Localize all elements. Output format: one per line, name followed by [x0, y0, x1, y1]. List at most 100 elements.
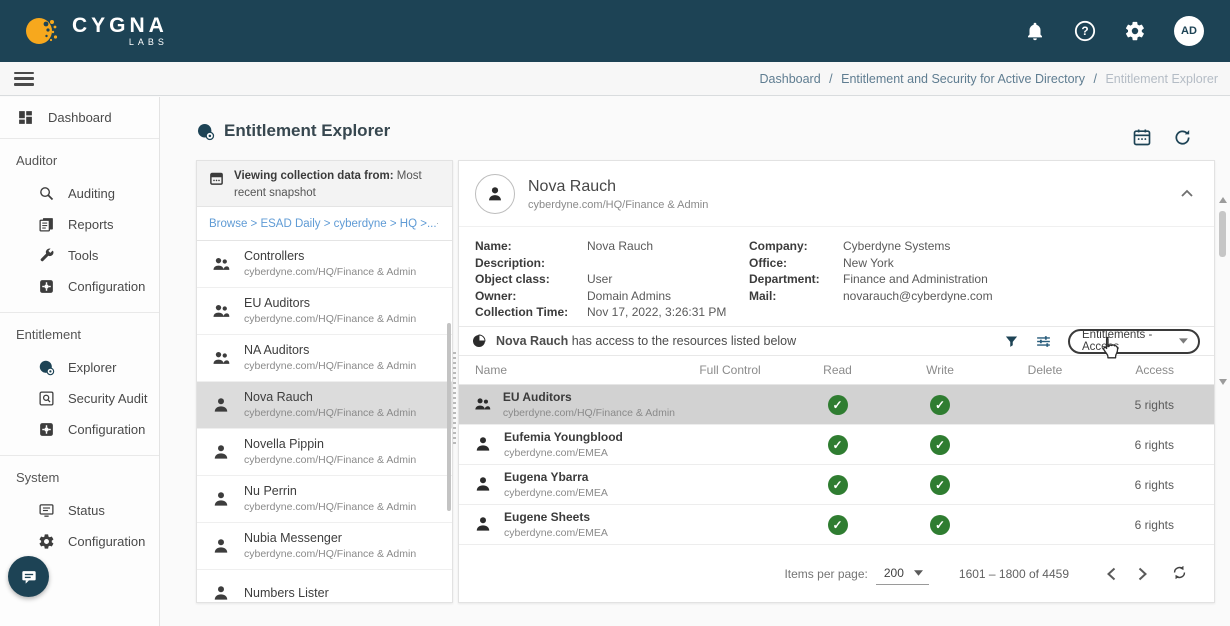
snapshot-label: Viewing collection data from: — [234, 170, 394, 182]
object-browser-panel: Viewing collection data from: Most recen… — [196, 160, 453, 603]
table-row-selected[interactable]: EU Auditorscyberdyne.com/HQ/Finance & Ad… — [459, 385, 1214, 425]
row-path: cyberdyne.com/EMEA — [504, 446, 623, 460]
sidebar-item-label: Reports — [68, 217, 114, 232]
user-avatar[interactable]: AD — [1174, 16, 1204, 46]
list-item[interactable]: EU Auditorscyberdyne.com/HQ/Finance & Ad… — [197, 288, 452, 335]
reload-results-icon[interactable] — [1171, 564, 1188, 584]
write-granted-check-icon — [930, 435, 950, 455]
wrench-icon — [38, 247, 55, 264]
rights-count: 6 rights — [1100, 438, 1200, 452]
table-row[interactable]: Eugena Ybarracyberdyne.com/EMEA 6 rights — [459, 465, 1214, 505]
security-audit-icon — [38, 390, 55, 407]
list-item[interactable]: Novella Pippincyberdyne.com/HQ/Finance &… — [197, 429, 452, 476]
field-label: Mail: — [749, 288, 843, 305]
field-value: Finance and Administration — [843, 271, 988, 288]
sidebar-item-label: Configuration — [68, 422, 145, 437]
chevron-down-icon — [1179, 338, 1188, 344]
calendar-icon — [209, 171, 224, 186]
sidebar-item-label: Configuration — [68, 279, 145, 294]
access-caption-row: Nova Rauch has access to the resources l… — [459, 326, 1214, 356]
table-row[interactable]: Eugene Sheetscyberdyne.com/EMEA 6 rights — [459, 505, 1214, 545]
sidebar-item-label: Status — [68, 503, 105, 518]
object-path: cyberdyne.com/HQ/Finance & Admin — [244, 359, 416, 373]
scrollbar-thumb[interactable] — [1219, 211, 1226, 257]
breadcrumb-dashboard[interactable]: Dashboard — [760, 72, 821, 86]
list-item[interactable]: Numbers Lister — [197, 570, 452, 603]
table-row[interactable]: Eufemia Youngbloodcyberdyne.com/EMEA 6 r… — [459, 425, 1214, 465]
list-item[interactable]: Nubia Messengercyberdyne.com/HQ/Finance … — [197, 523, 452, 570]
browse-path-row: Browse > ESAD Daily > cyberdyne > HQ >..… — [197, 207, 452, 241]
feedback-chat-button[interactable] — [8, 556, 49, 597]
browse-path-links[interactable]: Browse > ESAD Daily > cyberdyne > HQ >..… — [209, 218, 437, 230]
calendar-icon[interactable] — [1132, 127, 1152, 147]
collapse-chevron-up-icon[interactable] — [1176, 181, 1198, 207]
cygna-labs-logo[interactable]: CYGNA LABS — [22, 11, 168, 51]
sidebar-item-security-audit[interactable]: Security Audit — [0, 383, 159, 414]
object-detail-header: Nova Rauch cyberdyne.com/HQ/Finance & Ad… — [459, 161, 1214, 227]
row-path: cyberdyne.com/HQ/Finance & Admin — [503, 406, 675, 420]
snapshot-banner: Viewing collection data from: Most recen… — [197, 161, 452, 207]
list-scrollbar[interactable] — [447, 323, 451, 511]
person-icon — [211, 395, 231, 415]
page-title: Entitlement Explorer — [224, 121, 390, 141]
object-path: cyberdyne.com/HQ/Finance & Admin — [244, 406, 416, 420]
chevron-left-icon — [1107, 567, 1116, 581]
entitlement-explorer-icon — [196, 122, 215, 141]
list-item-selected[interactable]: Nova Rauchcyberdyne.com/HQ/Finance & Adm… — [197, 382, 452, 429]
person-icon — [473, 514, 493, 534]
view-mode-dropdown[interactable]: Entitlements - Access — [1068, 329, 1200, 354]
field-label: Collection Time: — [475, 304, 587, 321]
table-scrollbar[interactable] — [1217, 197, 1228, 385]
sidebar-item-entitlement-configuration[interactable]: Configuration — [0, 414, 159, 445]
sidebar-item-tools[interactable]: Tools — [0, 240, 159, 271]
detail-panel: Nova Rauch cyberdyne.com/HQ/Finance & Ad… — [458, 160, 1215, 603]
hamburger-menu-icon[interactable] — [14, 72, 34, 86]
list-item[interactable]: NA Auditorscyberdyne.com/HQ/Finance & Ad… — [197, 335, 452, 382]
breadcrumb-current: Entitlement Explorer — [1105, 72, 1218, 86]
field-value: New York — [843, 255, 894, 272]
field-label: Department: — [749, 271, 843, 288]
field-value — [587, 255, 749, 272]
column-delete: Delete — [990, 363, 1100, 377]
rights-count: 6 rights — [1100, 478, 1200, 492]
breadcrumb-separator: / — [829, 72, 832, 86]
access-table-body: EU Auditorscyberdyne.com/HQ/Finance & Ad… — [459, 385, 1214, 546]
scroll-up-arrow[interactable] — [1219, 197, 1227, 203]
scroll-down-arrow[interactable] — [1219, 379, 1227, 385]
sidebar-item-auditing[interactable]: Auditing — [0, 178, 159, 209]
column-full-control: Full Control — [675, 363, 785, 377]
sidebar-item-label: Explorer — [68, 360, 116, 375]
sidebar-item-system-configuration[interactable]: Configuration — [0, 526, 159, 557]
sidebar-item-reports[interactable]: Reports — [0, 209, 159, 240]
field-value: novarauch@cyberdyne.com — [843, 288, 993, 305]
column-access: Access — [1100, 363, 1200, 377]
settings-gear-icon[interactable] — [1124, 20, 1146, 42]
help-icon[interactable]: ? — [1074, 20, 1096, 42]
previous-page-button[interactable] — [1103, 563, 1120, 585]
sidebar-item-explorer[interactable]: Explorer — [0, 352, 159, 383]
list-item[interactable]: Nu Perrincyberdyne.com/HQ/Finance & Admi… — [197, 476, 452, 523]
notifications-bell-icon[interactable] — [1024, 20, 1046, 42]
sidebar-nav: Dashboard Auditor Auditing Reports Too — [0, 97, 160, 626]
sidebar-item-dashboard[interactable]: Dashboard — [0, 97, 159, 138]
field-value: Nov 17, 2022, 3:26:31 PM — [587, 304, 749, 321]
filter-funnel-icon[interactable] — [437, 216, 438, 231]
items-per-page-select[interactable]: 200 — [876, 564, 929, 585]
sidebar-item-status[interactable]: Status — [0, 495, 159, 526]
next-page-button[interactable] — [1134, 563, 1151, 585]
row-path: cyberdyne.com/EMEA — [504, 486, 608, 500]
list-item[interactable]: Controllerscyberdyne.com/HQ/Finance & Ad… — [197, 241, 452, 288]
object-name: Numbers Lister — [244, 585, 329, 602]
person-icon — [484, 183, 506, 205]
page-header: Entitlement Explorer — [196, 121, 390, 141]
row-name: EU Auditors — [503, 389, 675, 405]
column-settings-tune-icon[interactable] — [1035, 333, 1052, 350]
sidebar-item-auditor-configuration[interactable]: Configuration — [0, 271, 159, 302]
breadcrumb-esad[interactable]: Entitlement and Security for Active Dire… — [841, 72, 1085, 86]
pagination-bar: Items per page: 200 1601 – 1800 of 4459 — [459, 546, 1214, 602]
filter-funnel-icon[interactable] — [1004, 334, 1019, 349]
panel-resize-handle[interactable] — [453, 352, 456, 444]
refresh-icon[interactable] — [1173, 128, 1192, 147]
configuration-icon — [38, 278, 55, 295]
top-app-bar: CYGNA LABS ? AD — [0, 0, 1230, 62]
